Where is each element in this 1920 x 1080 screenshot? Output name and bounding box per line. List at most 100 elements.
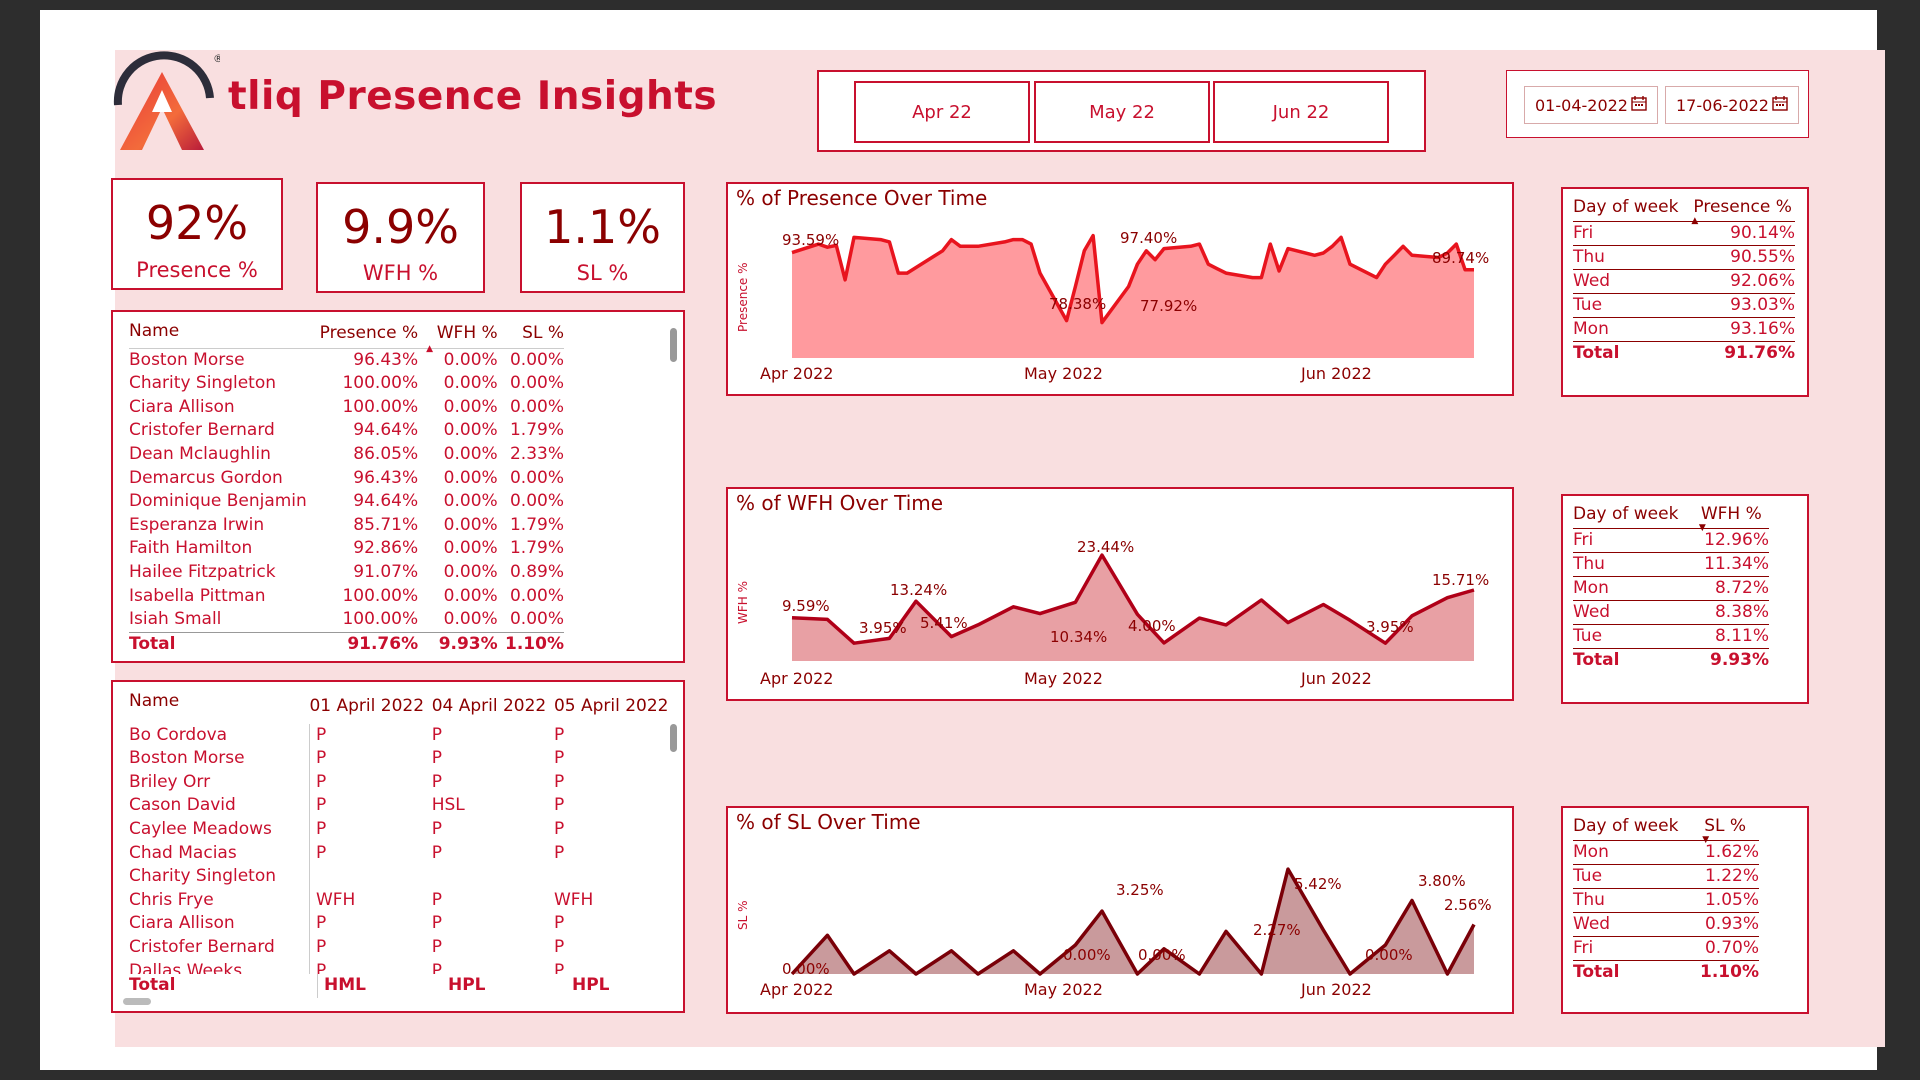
vertical-scrollbar[interactable] — [670, 724, 677, 752]
end-date-value: 17-06-2022 — [1676, 95, 1769, 115]
sort-up-icon: ▲ — [1691, 216, 1699, 226]
col-header-value[interactable]: WFH % ▼ — [1689, 504, 1769, 533]
table-row[interactable]: Demarcus Gordon 96.43% 0.00% 0.00% — [129, 467, 564, 491]
status-cell: P — [308, 770, 432, 795]
wfh-cell: 0.00% — [443, 585, 498, 606]
calendar-icon[interactable] — [1631, 95, 1647, 115]
col-header-date-1[interactable]: 01 April 2022 — [309, 690, 431, 724]
vertical-scrollbar[interactable] — [670, 328, 677, 362]
total-presence: 91.76% — [347, 633, 419, 654]
table-row: Thu 90.55% — [1573, 245, 1795, 270]
status-cell: P — [553, 936, 565, 957]
data-label: 3.80% — [1418, 872, 1466, 890]
table-row[interactable]: Bo Cordova P P P — [129, 723, 669, 748]
col-header-wfh[interactable]: WFH % ▲ — [418, 320, 498, 354]
sl-plot: 0.00% 3.25% 0.00% 0.00% 5.42% 2.27% 0.00… — [782, 867, 1492, 978]
employee-name: Cason David — [129, 795, 236, 816]
day-cell: Fri — [1573, 528, 1689, 553]
sl-cell: 0.00% — [509, 467, 564, 488]
status-cell: P — [553, 913, 565, 934]
table-total-row: Total 91.76% — [1573, 341, 1795, 365]
table-row[interactable]: Chad Macias P P P — [129, 841, 669, 866]
table-row[interactable]: Boston Morse 96.43% 0.00% 0.00% — [129, 348, 564, 372]
calendar-icon[interactable] — [1772, 95, 1788, 115]
table-row: Wed 8.38% — [1573, 600, 1769, 625]
table-row[interactable]: Cristofer Bernard 94.64% 0.00% 1.79% — [129, 419, 564, 443]
table-row: Mon 8.72% — [1573, 576, 1769, 601]
col-header-presence[interactable]: Presence % — [318, 320, 418, 348]
status-cell: WFH — [308, 888, 432, 913]
sl-cell: 0.00% — [509, 491, 564, 512]
value-cell: 8.11% — [1688, 624, 1769, 649]
page-title: tliq Presence Insights — [228, 74, 718, 119]
employee-name: Boston Morse — [129, 748, 245, 769]
col-header-day[interactable]: Day of week — [1573, 816, 1692, 841]
employee-name: Boston Morse — [129, 349, 245, 370]
table-row[interactable]: Dominique Benjamin 94.64% 0.00% 0.00% — [129, 490, 564, 514]
status-cell: P — [308, 747, 432, 771]
month-button-jun[interactable]: Jun 22 — [1213, 81, 1389, 143]
table-row[interactable]: Isabella Pittman 100.00% 0.00% 0.00% — [129, 585, 564, 609]
presence-cell: 91.07% — [353, 561, 419, 582]
table-row[interactable]: Charity Singleton 100.00% 0.00% 0.00% — [129, 372, 564, 396]
sl-cell: 0.00% — [509, 349, 564, 370]
month-button-apr[interactable]: Apr 22 — [854, 81, 1030, 143]
value-cell: 11.34% — [1688, 552, 1769, 577]
sl-cell: 0.89% — [509, 561, 564, 582]
table-row[interactable]: Briley Orr P P P — [129, 770, 669, 795]
col-header-value[interactable]: Presence % ▲ — [1681, 197, 1795, 226]
table-row[interactable]: Hailee Fitzpatrick 91.07% 0.00% 0.89% — [129, 561, 564, 585]
col-header-day[interactable]: Day of week — [1573, 504, 1689, 529]
table-row[interactable]: Ciara Allison P P P — [129, 912, 669, 936]
kpi-presence-value: 92% — [145, 196, 249, 250]
end-date-input[interactable]: 17-06-2022 — [1665, 86, 1799, 124]
total-sl: 1.10% — [505, 633, 564, 654]
table-row[interactable]: Esperanza Irwin 85.71% 0.00% 1.79% — [129, 514, 564, 538]
atliq-logo: ® — [110, 50, 224, 159]
kpi-sl-label: SL % — [576, 261, 629, 285]
table-row[interactable]: Isiah Small 100.00% 0.00% 0.00% — [129, 608, 564, 632]
presence-cell: 94.64% — [353, 491, 419, 512]
start-date-input[interactable]: 01-04-2022 — [1524, 86, 1658, 124]
table-row[interactable]: Charity Singleton — [129, 865, 669, 889]
col-header-sl[interactable]: SL % — [498, 320, 564, 348]
table-row[interactable]: Ciara Allison 100.00% 0.00% 0.00% — [129, 396, 564, 420]
horizontal-scrollbar[interactable] — [123, 998, 151, 1005]
wfh-cell: 0.00% — [443, 420, 498, 441]
day-cell: Mon — [1573, 317, 1682, 342]
month-button-may[interactable]: May 22 — [1034, 81, 1210, 143]
table-row[interactable]: Dean Mclaughlin 86.05% 0.00% 2.33% — [129, 443, 564, 467]
col-header-date-2[interactable]: 04 April 2022 — [432, 690, 554, 724]
kpi-wfh-card: 9.9% WFH % — [316, 182, 485, 293]
value-cell: 92.06% — [1681, 269, 1795, 294]
data-label: 13.24% — [890, 581, 947, 599]
day-cell: Mon — [1573, 840, 1693, 865]
table-row[interactable]: Caylee Meadows P P P — [129, 817, 669, 842]
status-cell: P — [308, 794, 432, 818]
employee-name: Chad Macias — [129, 842, 237, 863]
table-row[interactable]: Boston Morse P P P — [129, 747, 669, 771]
sl-cell: 0.00% — [509, 373, 564, 394]
status-cell: P — [431, 748, 442, 769]
value-cell: 93.16% — [1681, 317, 1795, 342]
wfh-plot: 9.59% 3.95% 13.24% 5.41% 23.44% 10.34% 4… — [782, 538, 1489, 661]
col-header-name[interactable]: Name — [129, 320, 318, 348]
table-row[interactable]: Cason David P HSL P — [129, 794, 669, 818]
table-row[interactable]: Faith Hamilton 92.86% 0.00% 1.79% — [129, 537, 564, 561]
wfh-cell: 0.00% — [443, 396, 498, 417]
status-cell: P — [431, 818, 442, 839]
table-header-row: Name Presence % WFH % ▲ SL % — [129, 320, 564, 354]
status-cell: P — [431, 842, 442, 863]
table-total-row: Total 91.76% 9.93% 1.10% — [129, 632, 564, 656]
table-row[interactable]: Chris Frye WFH P WFH — [129, 888, 669, 913]
value-cell: 0.93% — [1692, 912, 1759, 937]
day-cell: Wed — [1573, 912, 1693, 937]
total-wfh: 9.93% — [438, 633, 498, 654]
data-label: 3.95% — [1366, 618, 1414, 636]
col-header-name[interactable]: Name — [129, 690, 309, 724]
col-header-date-3[interactable]: 05 April 2022 — [554, 690, 669, 724]
data-label: 3.25% — [1116, 881, 1164, 899]
col-header-day[interactable]: Day of week — [1573, 197, 1681, 222]
table-row[interactable]: Cristofer Bernard P P P — [129, 935, 669, 960]
col-header-value[interactable]: SL % ▼ — [1692, 816, 1759, 845]
